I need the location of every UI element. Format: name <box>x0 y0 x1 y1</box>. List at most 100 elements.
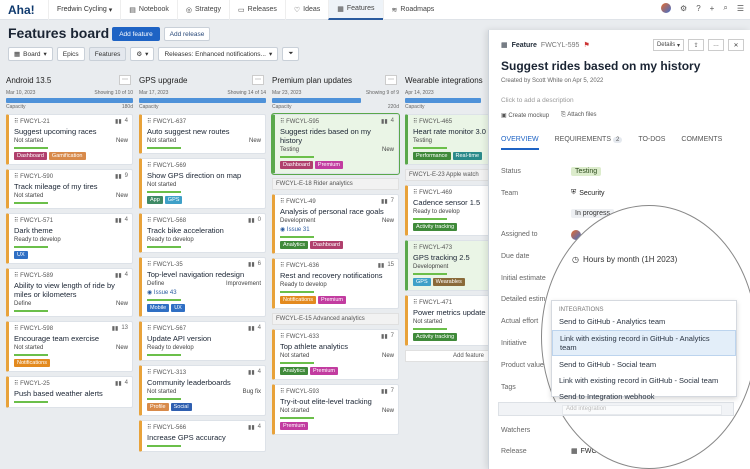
tab-notebook[interactable]: ▤ Notebook <box>120 0 177 20</box>
tag[interactable]: Mobile <box>147 304 170 312</box>
column-title[interactable]: Premium plan updates <box>272 76 352 85</box>
feature-card[interactable]: ⠿ FWCYL-590 ▮▮ 9 Track mileage of my tires… <box>6 169 133 209</box>
tab-features[interactable]: ▦ Features <box>328 0 383 20</box>
tag[interactable]: Notifications <box>14 359 50 367</box>
share-icon[interactable]: ⇪ <box>688 39 704 51</box>
tag[interactable]: Profile <box>147 403 169 411</box>
column-title[interactable]: Wearable integrations <box>405 76 483 85</box>
tag[interactable]: Analytics <box>280 367 309 375</box>
attach-files-button[interactable]: ⎘ Attach files <box>561 112 597 119</box>
column-title[interactable]: Android 13.5 <box>6 76 51 85</box>
feature-card[interactable]: ⠿ FWCYL-637 Auto suggest new routes Not st… <box>139 114 266 154</box>
integration-input[interactable]: Add integration <box>562 405 722 415</box>
tab-requirements[interactable]: REQUIREMENTS 2 <box>555 136 623 150</box>
tag[interactable]: UX <box>171 304 185 312</box>
tag[interactable]: Notifications <box>280 296 316 304</box>
feature-card[interactable]: ⠿ FWCYL-568 ▮▮ 0 Track bike acceleration Re… <box>139 213 266 253</box>
search-icon[interactable]: ⌕ <box>723 3 727 13</box>
feature-card[interactable]: ⠿ FWCYL-567 ▮▮ 4 Update API version Ready t… <box>139 321 266 361</box>
releases-filter[interactable]: Releases: Enhanced notifications... ▾ <box>158 47 279 61</box>
feature-card[interactable]: ⠿ FWCYL-589 ▮▮ 4 Ability to view length of… <box>6 268 133 317</box>
filter-button[interactable]: ⏷ <box>282 47 300 61</box>
workspace-selector[interactable]: Fredwin Cycling ▾ <box>48 0 120 20</box>
field-value[interactable]: ⛨ Security <box>571 189 605 197</box>
flag-icon[interactable]: ⚑ <box>583 41 589 49</box>
tag[interactable]: Dashboard <box>310 241 343 249</box>
feature-card[interactable]: ⠿ FWCYL-21 ▮▮ 4 Suggest upcoming races Not … <box>6 114 133 165</box>
tag[interactable]: Activity tracking <box>413 223 458 231</box>
add-feature-button[interactable]: Add feature <box>112 27 160 41</box>
board-view-button[interactable]: ▦ Board ▾ <box>8 47 53 61</box>
feature-card[interactable]: ⠿ FWCYL-49 ▮▮ 7 Analysis of personal race … <box>272 194 399 254</box>
tag[interactable]: Premium <box>314 161 343 169</box>
tab-roadmaps[interactable]: ≋ Roadmaps <box>382 0 443 20</box>
tab-overview[interactable]: OVERVIEW <box>501 136 539 150</box>
tab-to-dos[interactable]: TO-DOS <box>638 136 665 150</box>
tag[interactable]: Activity tracking <box>413 333 458 341</box>
epic-group-header[interactable]: FWCYL-E-15 Advanced analytics <box>272 313 399 325</box>
tag[interactable]: Premium <box>280 422 309 430</box>
epics-toggle[interactable]: Epics <box>56 47 85 61</box>
tag[interactable]: GPS <box>164 196 183 204</box>
feature-title[interactable]: Suggest rides based on my history <box>501 59 700 73</box>
column-title[interactable]: GPS upgrade <box>139 76 187 85</box>
tag[interactable]: Real-time <box>452 152 483 160</box>
tag[interactable]: UX <box>14 251 28 259</box>
tab-ideas[interactable]: ♡ Ideas <box>284 0 328 20</box>
tab-strategy[interactable]: ◎ Strategy <box>176 0 229 20</box>
linked-issue[interactable]: ◉ Issue 43 <box>147 289 261 296</box>
tab-comments[interactable]: COMMENTS <box>681 136 722 150</box>
feature-card[interactable]: ⠿ FWCYL-35 ▮▮ 6 Top-level navigation redes… <box>139 257 266 317</box>
integration-option[interactable]: Send to Integration webhook <box>552 389 736 404</box>
feature-card[interactable]: ⠿ FWCYL-569 Show GPS direction on map Not … <box>139 158 266 209</box>
tag[interactable]: Analytics <box>280 241 309 249</box>
feature-card[interactable]: ⠿ FWCYL-571 ▮▮ 4 Dark theme Ready to develo… <box>6 213 133 264</box>
menu-icon[interactable]: ☰ <box>737 4 744 13</box>
tag[interactable]: Premium <box>317 296 346 304</box>
tag[interactable]: Premium <box>310 367 339 375</box>
avatar[interactable] <box>661 3 672 13</box>
feature-card[interactable]: ⠿ FWCYL-636 ▮▮ 15 Rest and recovery notifi… <box>272 258 399 309</box>
feature-card[interactable]: ⠿ FWCYL-593 ▮▮ 7 Try-it-out elite-level tr… <box>272 384 399 435</box>
tag[interactable]: Wearables <box>432 278 465 286</box>
column-menu-icon[interactable]: ⋯ <box>252 75 264 85</box>
tag[interactable]: Dashboard <box>14 152 47 160</box>
plus-icon[interactable]: + <box>710 4 715 13</box>
field-value[interactable]: Testing <box>571 167 602 176</box>
settings-button[interactable]: ⚙ ▾ <box>130 47 155 61</box>
epic-group-header[interactable]: FWCYL-E-18 Rider analytics <box>272 178 399 190</box>
integration-option[interactable]: Send to GitHub - Analytics team <box>552 314 736 329</box>
feature-card[interactable]: ⠿ FWCYL-598 ▮▮ 13 Encourage team exercise N… <box>6 321 133 372</box>
feature-card[interactable]: ⠿ FWCYL-25 ▮▮ 4 Push based weather alerts <box>6 376 133 408</box>
details-button[interactable]: Details ▾ <box>652 39 684 51</box>
feature-card[interactable]: ⠿ FWCYL-313 ▮▮ 4 Community leaderboards Not… <box>139 365 266 416</box>
feature-card[interactable]: ⠿ FWCYL-633 ▮▮ 7 Top athlete analytics Not … <box>272 329 399 380</box>
help-icon[interactable]: ? <box>696 4 700 13</box>
hours-by-month[interactable]: ◷ Hours by month (1H 2023) <box>572 255 677 264</box>
field-label: Detailed estim <box>501 296 546 303</box>
column-menu-icon[interactable]: ⋯ <box>119 75 131 85</box>
tag[interactable]: Gamification <box>48 152 86 160</box>
description-field[interactable]: Click to add a description <box>501 97 574 104</box>
tag[interactable]: Performance <box>413 152 451 160</box>
tag[interactable]: Dashboard <box>280 161 313 169</box>
create-mockup-button[interactable]: ▣ Create mockup <box>501 112 549 119</box>
integration-option[interactable]: Send to GitHub - Social team <box>552 357 736 372</box>
tab-releases[interactable]: ▭ Releases <box>229 0 285 20</box>
integration-option[interactable]: Link with existing record in GitHub - An… <box>552 330 736 356</box>
tag[interactable]: Social <box>170 403 192 411</box>
gear-icon[interactable]: ⚙ <box>680 4 687 13</box>
integration-option[interactable]: Link with existing record in GitHub - So… <box>552 373 736 388</box>
feature-id[interactable]: FWCYL-595 <box>541 42 580 49</box>
tag[interactable]: GPS <box>413 278 431 286</box>
aha-logo[interactable]: Aha! <box>8 3 48 17</box>
close-icon[interactable]: ✕ <box>728 39 744 51</box>
features-toggle[interactable]: Features <box>88 47 127 61</box>
tag[interactable]: App <box>147 196 163 204</box>
feature-card[interactable]: ⠿ FWCYL-595 ▮▮ 4 Suggest rides based on my… <box>271 113 400 175</box>
column-menu-icon[interactable]: ⋯ <box>385 75 397 85</box>
more-icon[interactable]: … <box>708 39 724 51</box>
add-release-button[interactable]: Add release <box>164 27 210 41</box>
feature-card[interactable]: ⠿ FWCYL-566 ▮▮ 4 Increase GPS accuracy <box>139 420 266 452</box>
linked-issue[interactable]: ◉ Issue 31 <box>280 226 394 233</box>
